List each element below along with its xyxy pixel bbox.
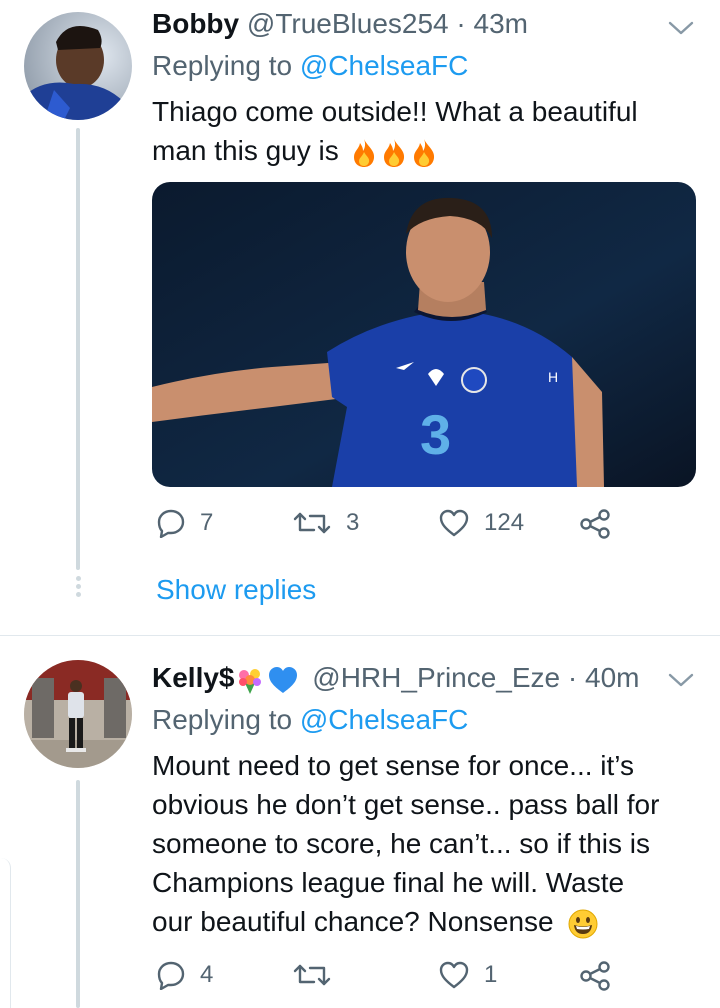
user-handle[interactable]: @HRH_Prince_Eze	[312, 662, 560, 693]
tweet-text: Thiago come outside!! What a beautiful m…	[152, 92, 692, 170]
tweet-text-line: our beautiful chance? Nonsense	[152, 906, 554, 937]
reply-count: 7	[200, 509, 214, 536]
tweet-2[interactable]: Kelly$ @HRH_Prince_Eze · 40m Replying to…	[0, 636, 720, 1008]
replying-mention[interactable]: @ChelseaFC	[300, 50, 468, 81]
share-button[interactable]	[578, 960, 612, 992]
tweet-header: Bobby @TrueBlues254 · 43m	[152, 8, 528, 40]
edge-panel	[0, 858, 11, 1008]
fire-emoji	[353, 138, 374, 167]
tweet-actions: 7 3 124	[152, 508, 632, 548]
display-name[interactable]: Kelly$	[152, 662, 235, 693]
like-button[interactable]: 124	[438, 508, 524, 538]
retweet-button[interactable]	[292, 960, 346, 990]
reply-icon	[157, 961, 185, 990]
replying-prefix: Replying to	[152, 704, 293, 735]
grinning-face-emoji	[568, 909, 598, 939]
reply-button[interactable]: 7	[156, 508, 213, 538]
tweet-text-line-5: our beautiful chance? Nonsense	[152, 902, 692, 941]
more-dots	[76, 576, 82, 600]
fire-emoji	[413, 138, 434, 167]
chevron-down-icon[interactable]	[666, 18, 696, 38]
reply-count: 4	[200, 961, 214, 988]
retweet-button[interactable]: 3	[292, 508, 359, 538]
tweet-1[interactable]: Bobby @TrueBlues254 · 43m Replying to @C…	[0, 0, 720, 635]
retweet-icon	[293, 512, 331, 534]
chevron-down-icon[interactable]	[666, 670, 696, 690]
replying-to: Replying to @ChelseaFC	[152, 50, 468, 82]
like-button[interactable]: 1	[438, 960, 497, 990]
thread-line	[76, 128, 80, 570]
tweet-actions: 4 1	[152, 960, 632, 1000]
tweet-photo[interactable]: 3 H	[152, 182, 696, 487]
tweet-text: Mount need to get sense for once... it’s…	[152, 746, 692, 941]
svg-text:3: 3	[420, 403, 451, 466]
tweet-text-line: Mount need to get sense for once... it’s	[152, 750, 635, 781]
tweet-text-line: Champions league final he will. Waste	[152, 867, 625, 898]
like-count: 124	[484, 509, 525, 536]
reply-button[interactable]: 4	[156, 960, 213, 990]
bouquet-emoji	[238, 668, 261, 694]
thread-line	[76, 780, 80, 1008]
reply-icon	[157, 509, 185, 538]
tweet-text-line: Thiago come outside!! What a beautiful	[152, 96, 638, 127]
heart-icon	[439, 961, 469, 989]
tweet-text-line: man this guy is	[152, 135, 339, 166]
retweet-icon	[293, 964, 331, 986]
show-replies-link[interactable]: Show replies	[156, 574, 316, 606]
tweet-header: Kelly$ @HRH_Prince_Eze · 40m	[152, 662, 639, 695]
avatar-bobby[interactable]	[24, 12, 132, 120]
tweet-text-line: someone to score, he can’t... so if this…	[152, 828, 651, 859]
separator: ·	[567, 662, 578, 693]
display-name[interactable]: Bobby	[152, 8, 239, 39]
tweet-text-line: obvious he don’t get sense.. pass ball f…	[152, 789, 660, 820]
retweet-count: 3	[346, 509, 360, 536]
separator: ·	[456, 8, 466, 39]
like-count: 1	[484, 961, 498, 988]
replying-prefix: Replying to	[152, 50, 293, 81]
timestamp[interactable]: 40m	[585, 662, 639, 693]
fire-emoji	[383, 138, 404, 167]
share-icon	[580, 509, 610, 539]
user-handle[interactable]: @TrueBlues254	[247, 8, 449, 39]
tweet-text-line-2: man this guy is	[152, 131, 692, 170]
share-button[interactable]	[578, 508, 612, 540]
replying-mention[interactable]: @ChelseaFC	[300, 704, 468, 735]
blue-heart-emoji	[268, 666, 297, 693]
avatar-kelly[interactable]	[24, 660, 132, 768]
timestamp[interactable]: 43m	[474, 8, 528, 39]
heart-icon	[439, 509, 469, 537]
replying-to: Replying to @ChelseaFC	[152, 704, 468, 736]
svg-text:H: H	[548, 369, 558, 385]
share-icon	[580, 961, 610, 991]
